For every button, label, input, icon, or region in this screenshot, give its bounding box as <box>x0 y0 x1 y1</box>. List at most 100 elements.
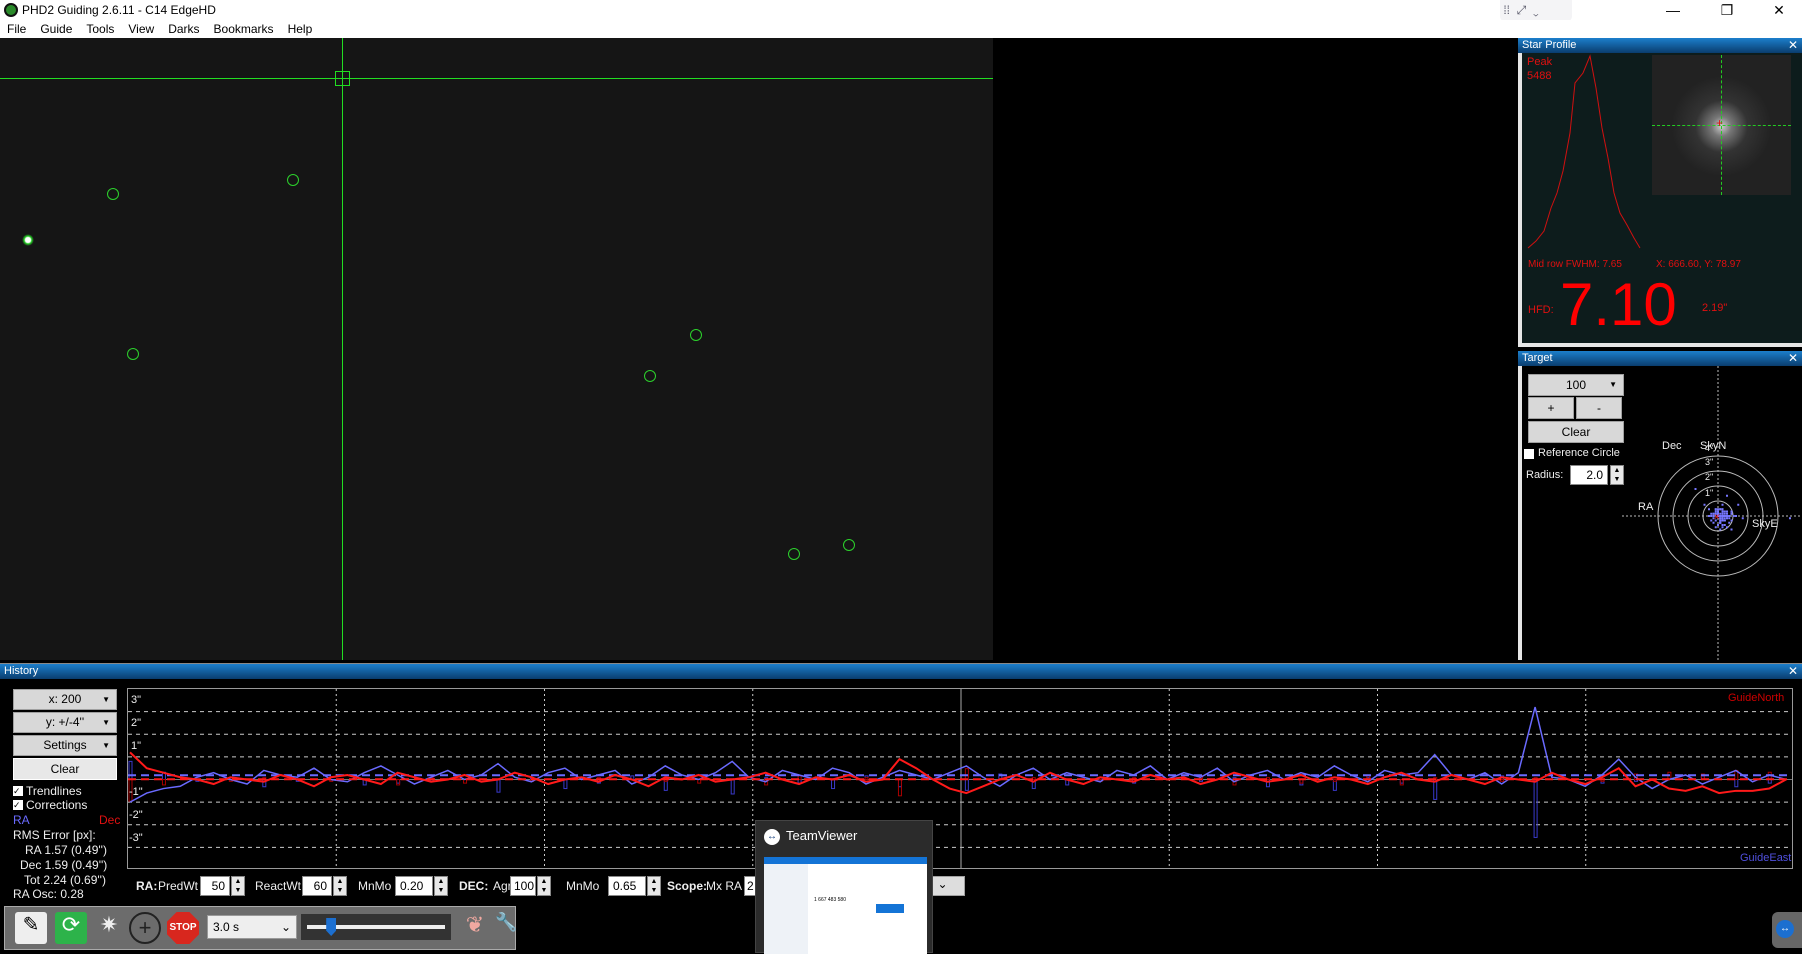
target-point <box>1721 508 1724 511</box>
zoom-in-button[interactable]: + <box>1528 397 1574 419</box>
dec-mnmo-input[interactable]: 0.65 <box>608 876 646 896</box>
target-point <box>1726 494 1728 497</box>
reactwt-stepper[interactable]: ▲ ▼ <box>333 876 347 896</box>
ra-mnmo-input[interactable]: 0.20 <box>395 876 433 896</box>
radius-input[interactable]: 2.0 <box>1570 465 1608 485</box>
y-tick-label: -1" <box>129 786 143 798</box>
centroid-marker: + <box>1716 116 1724 130</box>
settings-select[interactable]: Settings ▼ <box>13 735 117 756</box>
star-profile-body: Peak 5488 + Mid row FWHM: 7.65 X: 666.60… <box>1522 53 1802 343</box>
teamviewer-toolbar[interactable]: ⁞⁞ ⤢ ⌄ <box>1500 0 1572 22</box>
predwt-label: PredWt <box>158 879 199 893</box>
target-clear-button[interactable]: Clear <box>1528 421 1624 443</box>
brain-button[interactable]: ❦ <box>459 912 491 944</box>
fullscreen-icon[interactable]: ⤢ <box>1517 3 1533 17</box>
trendlines-checkbox[interactable]: ✓ <box>13 786 23 796</box>
camera-image[interactable] <box>0 38 993 660</box>
bright-star <box>22 234 34 246</box>
ring-label: 3" <box>1705 457 1714 467</box>
corrections-checkbox[interactable]: ✓ <box>13 800 23 810</box>
target-point <box>1728 517 1731 520</box>
loop-button[interactable]: ⟳ <box>55 912 87 944</box>
y-scale-value: y: +/-4'' <box>45 715 85 729</box>
target-point <box>1710 519 1713 522</box>
hfd-value: 7.10 <box>1560 271 1677 338</box>
candidate-star <box>287 174 299 186</box>
close-button[interactable]: ✕ <box>1756 0 1802 20</box>
ra-mnmo-stepper[interactable]: ▲ ▼ <box>434 876 448 896</box>
candidate-star <box>690 329 702 341</box>
gamma-slider[interactable] <box>301 914 451 940</box>
hfd-label: HFD: <box>1528 304 1554 316</box>
zoom-out-button[interactable]: - <box>1576 397 1622 419</box>
ra-correction-bar <box>563 779 568 790</box>
menu-guide[interactable]: Guide <box>33 20 79 36</box>
teamviewer-preview[interactable]: ↔ TeamViewer 1 667 483 580 <box>755 820 933 954</box>
target-point <box>1714 526 1717 529</box>
ring-label: 4" <box>1705 443 1714 453</box>
guide-button[interactable]: + <box>129 912 161 944</box>
agr-input[interactable]: 100 <box>510 876 536 896</box>
crosshair-icon: + <box>138 915 152 940</box>
menu-view[interactable]: View <box>121 20 161 36</box>
target-point <box>1721 519 1724 522</box>
target-point <box>1721 517 1724 520</box>
star-profile-panel: Star Profile ✕ Peak 5488 + Mid row FWHM:… <box>1518 38 1802 347</box>
slider-thumb[interactable] <box>326 918 337 936</box>
target-point <box>1710 515 1713 517</box>
guide-north-label: GuideNorth <box>1728 692 1785 704</box>
menu-bar: File Guide Tools View Darks Bookmarks Help <box>0 20 1802 38</box>
ra-correction-bar <box>730 779 735 795</box>
agr-stepper[interactable]: ▲ ▼ <box>537 876 551 896</box>
history-clear-button[interactable]: Clear <box>13 758 117 780</box>
close-icon[interactable]: ✕ <box>1788 38 1798 52</box>
target-point <box>1730 519 1733 522</box>
predwt-input[interactable]: 50 <box>200 876 230 896</box>
auto-select-star-button[interactable]: ✷ <box>93 912 125 944</box>
target-point <box>1728 521 1731 524</box>
stop-button[interactable]: STOP <box>167 912 199 944</box>
y-scale-select[interactable]: y: +/-4'' ▼ <box>13 712 117 733</box>
loop-exposure-button[interactable]: ✎ <box>15 912 47 944</box>
target-point <box>1726 517 1728 520</box>
target-point <box>1719 508 1722 511</box>
drag-handle-icon[interactable]: ⁞⁞ <box>1500 3 1517 17</box>
menu-file[interactable]: File <box>0 20 33 36</box>
close-icon[interactable]: ✕ <box>1788 664 1798 678</box>
chevron-down-icon[interactable]: ⌄ <box>1533 3 1539 17</box>
reactwt-input[interactable]: 60 <box>302 876 332 896</box>
ra-legend: RA <box>13 813 30 827</box>
y-tick-label: 3" <box>131 694 142 706</box>
ring-label: 2" <box>1705 472 1714 482</box>
rms-dec: Dec 1.59 (0.49'') <box>20 858 108 872</box>
x-scale-select[interactable]: x: 200 ▼ <box>13 689 117 710</box>
predwt-stepper[interactable]: ▲ ▼ <box>231 876 245 896</box>
minimize-button[interactable]: — <box>1650 0 1696 20</box>
target-panel: Target ✕ 100 ▼ + - Clear Reference Circle… <box>1518 351 1802 660</box>
length-select[interactable]: 100 ▼ <box>1528 374 1624 396</box>
dec-mnmo-stepper[interactable]: ▲ ▼ <box>647 876 661 896</box>
close-icon[interactable]: ✕ <box>1788 351 1798 365</box>
dec-correction-bar <box>964 768 969 780</box>
exposure-select[interactable]: 3.0 s ⌄ <box>207 915 297 939</box>
teamviewer-panel-tab[interactable]: ↔ <box>1772 912 1802 948</box>
teamviewer-logo-icon: ↔ <box>1776 920 1794 938</box>
reference-circle-checkbox[interactable] <box>1524 449 1534 459</box>
star-icon: ✷ <box>99 912 119 937</box>
profile-curve <box>1527 54 1641 249</box>
ra-mnmo-label: MnMo <box>358 879 392 893</box>
menu-help[interactable]: Help <box>281 20 320 36</box>
restore-button[interactable]: ❐ <box>1704 0 1750 20</box>
guide-star-box <box>335 71 350 86</box>
target-point <box>1723 512 1726 515</box>
menu-darks[interactable]: Darks <box>161 20 206 36</box>
menu-tools[interactable]: Tools <box>79 20 121 36</box>
target-point <box>1723 510 1726 513</box>
menu-bookmarks[interactable]: Bookmarks <box>207 20 281 36</box>
reference-circle-label: Reference Circle <box>1538 447 1620 459</box>
ra-correction-bar <box>128 760 133 781</box>
target-point <box>1728 515 1731 517</box>
target-point <box>1723 519 1726 522</box>
skye-label: SkyE <box>1752 518 1778 530</box>
camera-settings-button[interactable]: 🔧 <box>495 912 517 944</box>
